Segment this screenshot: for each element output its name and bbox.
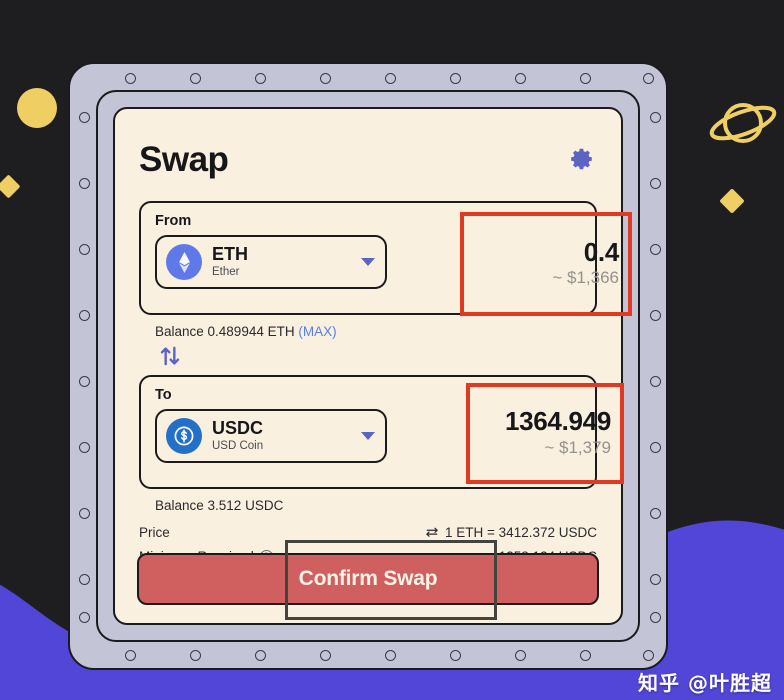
price-label: Price (139, 524, 170, 540)
ethereum-icon (166, 244, 202, 280)
yellow-diamond-right-decoration (719, 188, 745, 214)
frame-rivet (515, 73, 526, 84)
frame-rivet (79, 612, 90, 623)
frame-rivet (79, 442, 90, 453)
from-balance-text: Balance 0.489944 ETH (155, 324, 295, 339)
swap-direction-icon[interactable] (157, 343, 183, 369)
yellow-circle-decoration (17, 88, 57, 128)
from-token-selector[interactable]: ETH Ether (155, 235, 387, 289)
gear-icon[interactable] (567, 144, 597, 174)
max-button[interactable]: (MAX) (298, 324, 336, 339)
price-row: Price 1 ETH = 3412.372 USDC (139, 523, 597, 541)
from-balance: Balance 0.489944 ETH (MAX) (155, 324, 337, 339)
to-panel: To USDC USD Coin Balance 3.512 USDC 1364… (139, 375, 624, 513)
from-amount-value: 0.4 (583, 236, 620, 267)
frame-rivet (650, 178, 661, 189)
frame-rivet (255, 650, 266, 661)
usdc-icon (166, 418, 202, 454)
to-balance: Balance 3.512 USDC (155, 498, 283, 513)
yellow-diamond-left-decoration (0, 174, 21, 199)
price-value-group: 1 ETH = 3412.372 USDC (425, 525, 597, 540)
frame-rivet (79, 244, 90, 255)
card-header: Swap (139, 131, 597, 187)
frame-rivet (79, 310, 90, 321)
price-value: 1 ETH = 3412.372 USDC (445, 524, 597, 540)
from-amount-usd: ~ $1,366 (552, 268, 619, 288)
saturn-planet-decoration (709, 103, 777, 143)
frame-rivet (320, 73, 331, 84)
frame-rivet (650, 376, 661, 387)
price-label-group: Price (139, 525, 170, 540)
frame-rivet (190, 73, 201, 84)
frame-rivet (650, 508, 661, 519)
watermark: 知乎 @叶胜超 (638, 671, 772, 695)
frame-rivet (650, 612, 661, 623)
to-token-texts: USDC USD Coin (212, 417, 355, 453)
frame-rivet (125, 73, 136, 84)
frame-rivet (515, 650, 526, 661)
frame-rivet (79, 574, 90, 585)
frame-rivet (650, 442, 661, 453)
frame-rivet (79, 178, 90, 189)
to-token-selector[interactable]: USDC USD Coin (155, 409, 387, 463)
frame-rivet (255, 73, 266, 84)
device-frame: Swap From ETH Ether Balance 0.489944 ETH… (68, 62, 668, 670)
from-panel: From ETH Ether Balance 0.489944 ETH (MAX… (139, 201, 632, 339)
frame-rivet (650, 112, 661, 123)
frame-rivet (125, 650, 136, 661)
frame-rivet (450, 650, 461, 661)
frame-rivet (650, 244, 661, 255)
to-balance-text: Balance 3.512 USDC (155, 498, 284, 513)
from-token-symbol: ETH (212, 243, 248, 264)
from-amount-input[interactable]: 0.4 ~ $1,366 (460, 212, 632, 316)
chevron-down-icon[interactable] (361, 432, 375, 440)
frame-rivet (650, 574, 661, 585)
to-token-name: USD Coin (212, 439, 264, 452)
confirm-swap-button[interactable]: Confirm Swap (137, 553, 599, 605)
swap-card: Swap From ETH Ether Balance 0.489944 ETH… (113, 107, 632, 625)
exchange-arrows-icon[interactable] (425, 526, 439, 538)
frame-rivet (450, 73, 461, 84)
frame-rivet (643, 73, 654, 84)
frame-rivet (580, 650, 591, 661)
frame-rivet (650, 310, 661, 321)
confirm-swap-label: Confirm Swap (298, 567, 438, 590)
to-amount-input[interactable]: 1364.949 ~ $1,379 (466, 383, 624, 484)
frame-rivet (580, 73, 591, 84)
frame-rivet (385, 650, 396, 661)
from-token-name: Ether (212, 265, 240, 278)
frame-rivet (385, 73, 396, 84)
chevron-down-icon[interactable] (361, 258, 375, 266)
to-amount-usd: ~ $1,379 (544, 437, 611, 457)
page-title: Swap (139, 139, 229, 179)
from-token-texts: ETH Ether (212, 243, 355, 279)
to-token-symbol: USDC (212, 417, 264, 438)
to-amount-value: 1364.949 (504, 406, 611, 437)
frame-rivet (190, 650, 201, 661)
frame-rivet (320, 650, 331, 661)
frame-rivet (79, 508, 90, 519)
frame-rivet (79, 112, 90, 123)
frame-rivet (643, 650, 654, 661)
frame-rivet (79, 376, 90, 387)
